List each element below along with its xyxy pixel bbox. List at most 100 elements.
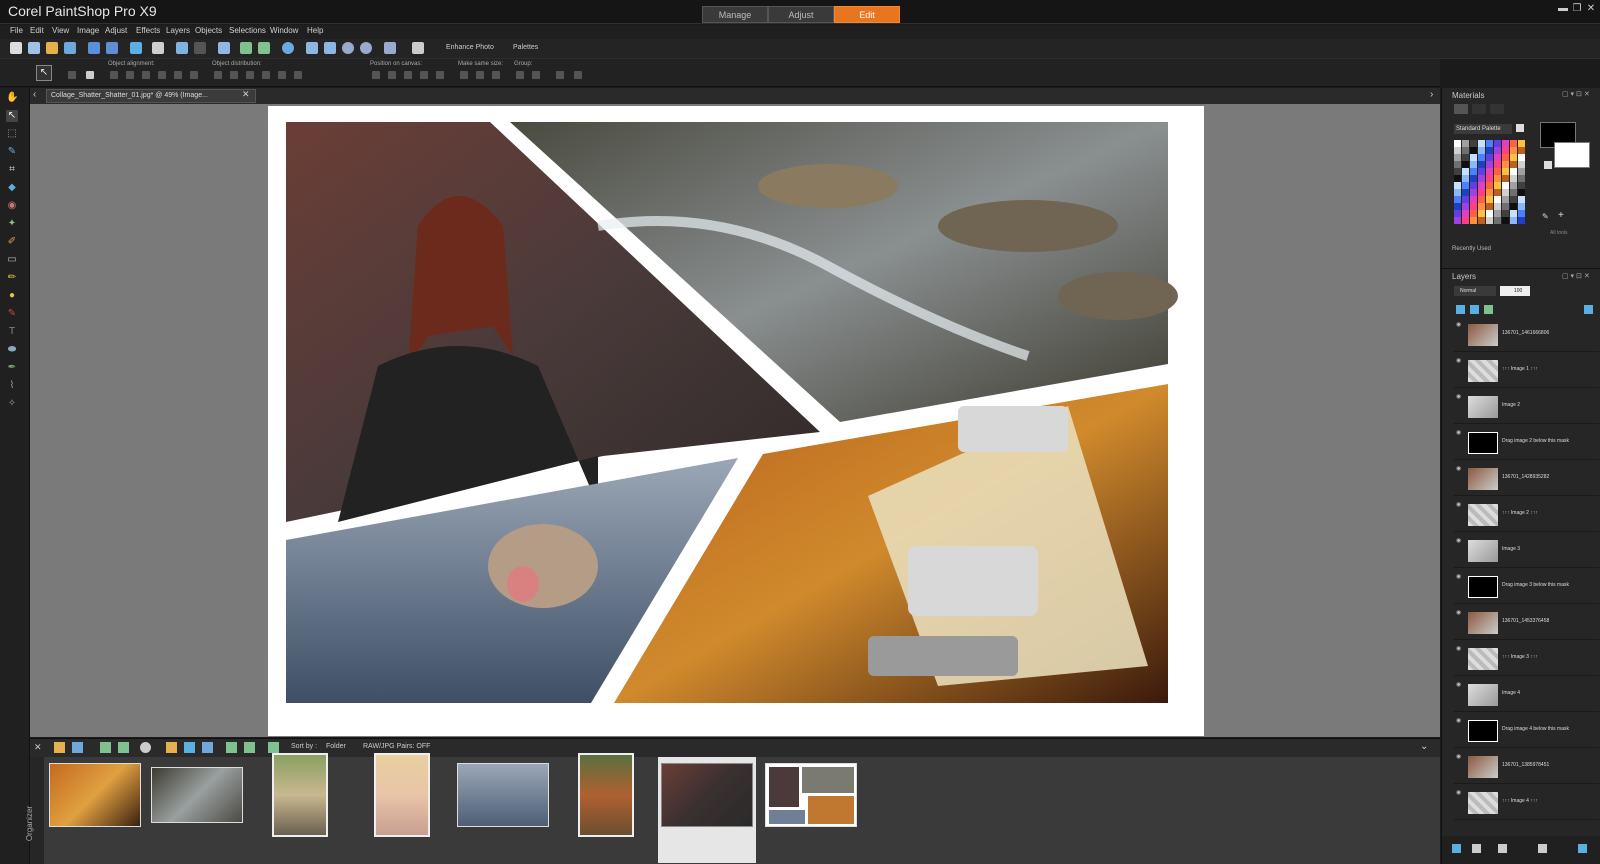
add-color-icon[interactable]: +	[1558, 210, 1564, 221]
new-from-clipboard-icon[interactable]	[28, 42, 40, 54]
visibility-icon[interactable]: ◉	[1456, 321, 1464, 328]
color-swatch[interactable]	[1494, 147, 1501, 154]
print-icon[interactable]	[152, 42, 164, 54]
rainbow-tab-icon[interactable]	[1472, 104, 1486, 114]
color-swatch[interactable]	[1486, 182, 1493, 189]
visibility-icon[interactable]: ◉	[1456, 609, 1464, 616]
color-swatch[interactable]	[1510, 217, 1517, 224]
visibility-icon[interactable]: ◉	[1456, 429, 1464, 436]
position-icon[interactable]	[388, 71, 396, 79]
layer-options-icon[interactable]	[1584, 305, 1593, 314]
layer-row[interactable]: ◉ ↑↑↑ Image 1 ↑↑↑	[1454, 354, 1599, 388]
option-icon[interactable]	[574, 71, 582, 79]
enhance-photo-icon[interactable]	[412, 42, 424, 54]
swap-colors-icon[interactable]	[1544, 161, 1552, 169]
color-swatch[interactable]	[1510, 182, 1517, 189]
thumbnail[interactable]	[556, 753, 654, 863]
color-swatch[interactable]	[1454, 210, 1461, 217]
color-swatch[interactable]	[1478, 140, 1485, 147]
blend-mode-select[interactable]: Normal	[1454, 286, 1496, 296]
visibility-icon[interactable]: ◉	[1456, 753, 1464, 760]
color-swatch[interactable]	[1494, 210, 1501, 217]
layer-row[interactable]: ◉ Drag image 4 below this mask	[1454, 714, 1599, 748]
visibility-icon[interactable]: ◉	[1456, 357, 1464, 364]
share-icon[interactable]	[184, 742, 195, 753]
link-icon[interactable]	[1484, 305, 1493, 314]
visibility-icon[interactable]: ◉	[1456, 681, 1464, 688]
option-icon[interactable]	[556, 71, 564, 79]
pen-tool-icon[interactable]: ✒	[6, 362, 18, 374]
color-swatch[interactable]	[1454, 168, 1461, 175]
color-swatch[interactable]	[1518, 161, 1525, 168]
color-swatch[interactable]	[1478, 161, 1485, 168]
color-swatch[interactable]	[1494, 140, 1501, 147]
pan-tool-icon[interactable]: ✋	[6, 92, 18, 104]
frame-tab-icon[interactable]	[1454, 104, 1468, 114]
color-swatch[interactable]	[1518, 168, 1525, 175]
thumbnail[interactable]	[250, 753, 348, 863]
color-swatch[interactable]	[1510, 168, 1517, 175]
pick-tool-icon[interactable]: ↖	[6, 110, 18, 122]
straighten-tool-icon[interactable]: ◆	[6, 182, 18, 194]
align-icon[interactable]	[158, 71, 166, 79]
align-icon[interactable]	[126, 71, 134, 79]
sort-by-select[interactable]: Folder	[326, 743, 346, 750]
tab-manage[interactable]: Manage	[702, 6, 768, 23]
fit-window-icon[interactable]	[324, 42, 336, 54]
color-swatch[interactable]	[1478, 154, 1485, 161]
color-swatch[interactable]	[1454, 154, 1461, 161]
layer-row[interactable]: ◉ 136701_1461666806	[1454, 318, 1599, 352]
group-icon[interactable]	[516, 71, 524, 79]
color-swatch[interactable]	[1462, 210, 1469, 217]
all-tools-checkbox[interactable]: All tools	[1550, 230, 1568, 236]
text-tool-icon[interactable]: T	[6, 326, 18, 338]
dropper-icon[interactable]: ✎	[1542, 212, 1549, 221]
close-icon[interactable]: ✕	[34, 742, 42, 753]
color-swatch[interactable]	[1494, 189, 1501, 196]
color-swatch[interactable]	[1486, 175, 1493, 182]
undo-icon[interactable]	[240, 42, 252, 54]
full-screen-icon[interactable]	[384, 42, 396, 54]
visibility-icon[interactable]	[1498, 844, 1507, 853]
adjustment-layer-icon[interactable]	[1472, 844, 1481, 853]
distribute-icon[interactable]	[246, 71, 254, 79]
color-swatch[interactable]	[1502, 189, 1509, 196]
layer-row[interactable]: ◉ 136701_1385978451	[1454, 750, 1599, 784]
chevron-right-icon[interactable]: ›	[1430, 89, 1433, 100]
color-swatch[interactable]	[1510, 161, 1517, 168]
color-swatch[interactable]	[1502, 196, 1509, 203]
thumbnail[interactable]	[454, 757, 552, 863]
new-layer-icon[interactable]	[1452, 844, 1461, 853]
open-icon[interactable]	[46, 42, 58, 54]
opacity-input[interactable]: 100	[1500, 286, 1530, 296]
distribute-icon[interactable]	[230, 71, 238, 79]
color-swatch[interactable]	[1486, 154, 1493, 161]
visibility-icon[interactable]: ◉	[1456, 501, 1464, 508]
color-swatch[interactable]	[1454, 175, 1461, 182]
map-icon[interactable]	[166, 742, 177, 753]
color-swatch[interactable]	[1462, 175, 1469, 182]
color-swatch-grid[interactable]	[1454, 140, 1534, 230]
position-icon[interactable]	[372, 71, 380, 79]
color-swatch[interactable]	[1486, 168, 1493, 175]
distribute-icon[interactable]	[278, 71, 286, 79]
color-swatch[interactable]	[1454, 203, 1461, 210]
color-swatch[interactable]	[1470, 140, 1477, 147]
menu-help[interactable]: Help	[307, 26, 323, 35]
color-swatch[interactable]	[1494, 196, 1501, 203]
thumbnail[interactable]	[352, 753, 450, 863]
color-swatch[interactable]	[1470, 210, 1477, 217]
color-swatch[interactable]	[1510, 175, 1517, 182]
selection-tool-icon[interactable]: ⬚	[6, 128, 18, 140]
color-swatch[interactable]	[1510, 140, 1517, 147]
same-size-icon[interactable]	[460, 71, 468, 79]
position-icon[interactable]	[404, 71, 412, 79]
color-swatch[interactable]	[1478, 147, 1485, 154]
rotate-right-icon[interactable]	[244, 742, 255, 753]
menu-view[interactable]: View	[52, 26, 69, 35]
menu-objects[interactable]: Objects	[195, 26, 222, 35]
visibility-icon[interactable]: ◉	[1456, 645, 1464, 652]
option-icon[interactable]	[86, 71, 94, 79]
color-swatch[interactable]	[1470, 175, 1477, 182]
position-icon[interactable]	[420, 71, 428, 79]
